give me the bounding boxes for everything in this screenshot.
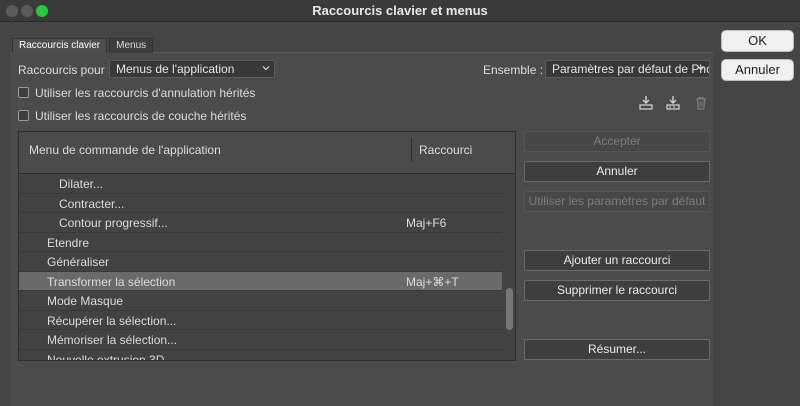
row-command-name: Mémoriser la sélection... — [47, 333, 178, 347]
set-label: Ensemble : — [483, 63, 544, 77]
delete-shortcut-button[interactable]: Supprimer le raccourci — [524, 280, 710, 301]
row-command-name: Etendre — [47, 235, 90, 250]
chevron-down-icon — [262, 66, 270, 71]
delete-set-icon[interactable] — [693, 95, 709, 111]
table-rows: Dilater... Contracter... Contour progressi… — [19, 174, 502, 361]
row-command-name: Dilater... — [59, 177, 104, 191]
table-scrollbar[interactable] — [506, 288, 513, 330]
table-row[interactable]: Nouvelle extrusion 3D — [19, 350, 502, 361]
set-select[interactable]: Paramètres par défaut de Pho... — [545, 60, 710, 78]
cancel-shortcut-button[interactable]: Annuler — [524, 161, 710, 182]
accept-button[interactable]: Accepter — [524, 131, 710, 152]
table-header: Menu de commande de l'application Raccou… — [19, 132, 515, 174]
table-row[interactable]: Dilater... — [19, 174, 502, 194]
column-divider — [411, 138, 412, 162]
legacy-layer-label: Utiliser les raccourcis de couche hérité… — [35, 109, 247, 123]
shortcuts-for-value: Menus de l'application — [116, 62, 235, 76]
table-row[interactable]: Contour progressif... Maj+F6 — [19, 213, 502, 233]
table-row[interactable]: Transformer la sélection Maj+⌘+T — [19, 271, 502, 291]
ok-button[interactable]: OK — [721, 30, 794, 52]
set-value: Paramètres par défaut de Pho... — [552, 62, 710, 76]
tab-keyboard-shortcuts[interactable]: Raccourcis clavier — [12, 38, 108, 53]
table-row[interactable]: Etendre — [19, 233, 502, 252]
tab-menus[interactable]: Menus — [109, 38, 154, 53]
shortcuts-table: Menu de commande de l'application Raccou… — [18, 131, 516, 361]
legacy-undo-label: Utiliser les raccourcis d'annulation hér… — [35, 86, 256, 100]
keyboard-shortcuts-dialog: Raccourcis clavier et menus Raccourcis c… — [0, 0, 800, 406]
legacy-layer-checkbox[interactable] — [18, 110, 29, 121]
save-set-icon[interactable] — [638, 95, 654, 111]
use-defaults-button[interactable]: Utiliser les paramètres par défaut — [524, 191, 710, 212]
table-row[interactable]: Mode Masque — [19, 291, 502, 311]
chevron-down-icon — [697, 66, 705, 71]
window-title: Raccourcis clavier et menus — [312, 3, 488, 18]
row-command-name: Récupérer la sélection... — [47, 313, 177, 328]
legacy-undo-checkbox[interactable] — [18, 87, 29, 98]
shortcuts-for-label: Raccourcis pour : — [18, 63, 112, 77]
row-command-name: Nouvelle extrusion 3D — [47, 352, 165, 361]
save-set-as-icon[interactable] — [665, 95, 681, 111]
dialog-cancel-button[interactable]: Annuler — [721, 59, 794, 81]
row-command-name: Contour progressif... — [59, 216, 168, 230]
column-header-command[interactable]: Menu de commande de l'application — [29, 143, 221, 157]
table-row[interactable]: Contracter... — [19, 194, 502, 213]
row-command-name: Mode Masque — [47, 294, 124, 308]
row-command-name: Généraliser — [47, 255, 110, 269]
tab-bar: Raccourcis clavier Menus — [12, 38, 155, 53]
column-header-shortcut[interactable]: Raccourci — [419, 143, 472, 157]
add-shortcut-button[interactable]: Ajouter un raccourci — [524, 250, 710, 271]
title-bar: Raccourcis clavier et menus — [0, 0, 800, 22]
table-row[interactable]: Mémoriser la sélection... — [19, 330, 502, 350]
row-command-name: Contracter... — [59, 196, 125, 211]
table-row[interactable]: Récupérer la sélection... — [19, 311, 502, 330]
row-shortcut: Maj+⌘+T — [406, 274, 459, 289]
row-command-name: Transformer la sélection — [47, 274, 176, 289]
table-row[interactable]: Généraliser — [19, 252, 502, 272]
summarize-button[interactable]: Résumer... — [524, 339, 710, 360]
row-shortcut: Maj+F6 — [406, 216, 447, 230]
shortcuts-for-select[interactable]: Menus de l'application — [109, 60, 275, 78]
